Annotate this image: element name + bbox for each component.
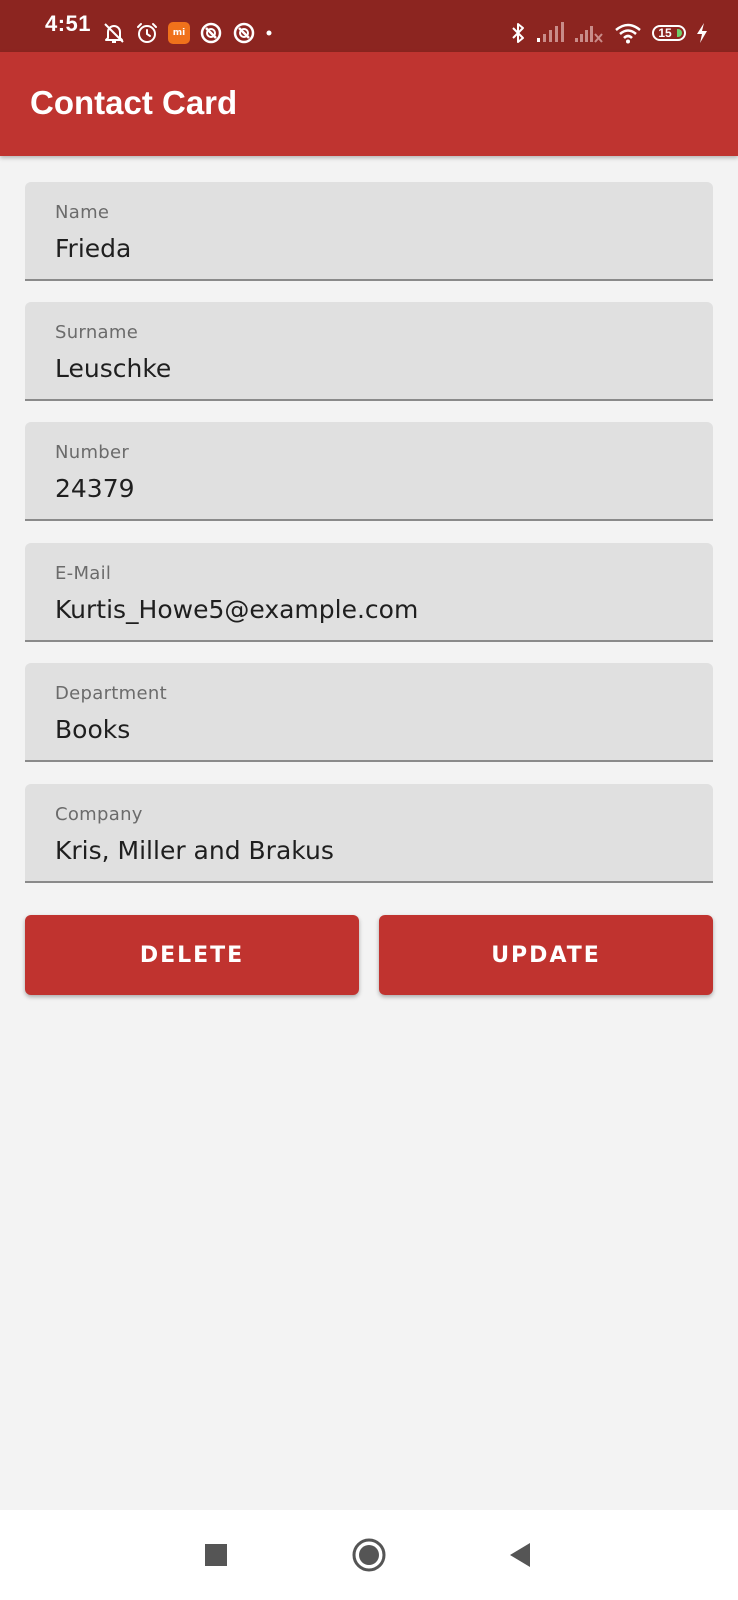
number-field[interactable]: Number 24379 — [25, 422, 713, 521]
app-notification-icon — [199, 21, 223, 45]
app-notification-icon — [232, 21, 256, 45]
home-circle-icon[interactable] — [329, 1510, 409, 1600]
field-value[interactable]: Frieda — [55, 234, 131, 263]
signal-no-sim-icon — [574, 22, 604, 44]
delete-button[interactable]: DELETE — [25, 915, 359, 995]
field-label: Name — [55, 202, 110, 223]
status-system-icons: 15 — [510, 20, 708, 46]
signal-icon — [536, 22, 564, 44]
battery-level: 15 — [658, 26, 672, 40]
battery-icon: 15 — [652, 25, 686, 41]
field-label: E-Mail — [55, 563, 112, 584]
update-button[interactable]: UPDATE — [379, 915, 713, 995]
mi-app-icon: mi — [168, 22, 190, 44]
name-field[interactable]: Name Frieda — [25, 182, 713, 281]
bluetooth-icon — [510, 21, 526, 45]
field-value[interactable]: Kurtis_Howe5@example.com — [55, 595, 418, 624]
back-triangle-icon[interactable] — [480, 1510, 560, 1600]
alarm-icon — [135, 21, 159, 45]
app-bar: Contact Card — [0, 52, 738, 156]
field-value[interactable]: 24379 — [55, 474, 135, 503]
status-time: 4:51 — [45, 11, 92, 36]
wifi-icon — [614, 22, 642, 44]
field-label: Department — [55, 683, 167, 704]
more-dot-icon — [265, 21, 273, 45]
status-bar: 4:51 mi 15 — [0, 0, 738, 52]
status-notification-icons: mi — [102, 20, 273, 46]
field-value[interactable]: Kris, Miller and Brakus — [55, 836, 334, 865]
surname-field[interactable]: Surname Leuschke — [25, 302, 713, 401]
charging-icon — [696, 22, 708, 44]
field-value[interactable]: Books — [55, 715, 130, 744]
navigation-bar — [0, 1510, 738, 1600]
field-label: Company — [55, 804, 143, 825]
bell-off-icon — [102, 21, 126, 45]
field-value[interactable]: Leuschke — [55, 354, 171, 383]
company-field[interactable]: Company Kris, Miller and Brakus — [25, 784, 713, 883]
field-label: Number — [55, 442, 130, 463]
field-label: Surname — [55, 322, 139, 343]
recents-square-icon[interactable] — [176, 1510, 256, 1600]
email-field[interactable]: E-Mail Kurtis_Howe5@example.com — [25, 543, 713, 642]
department-field[interactable]: Department Books — [25, 663, 713, 762]
page-title: Contact Card — [30, 84, 238, 121]
